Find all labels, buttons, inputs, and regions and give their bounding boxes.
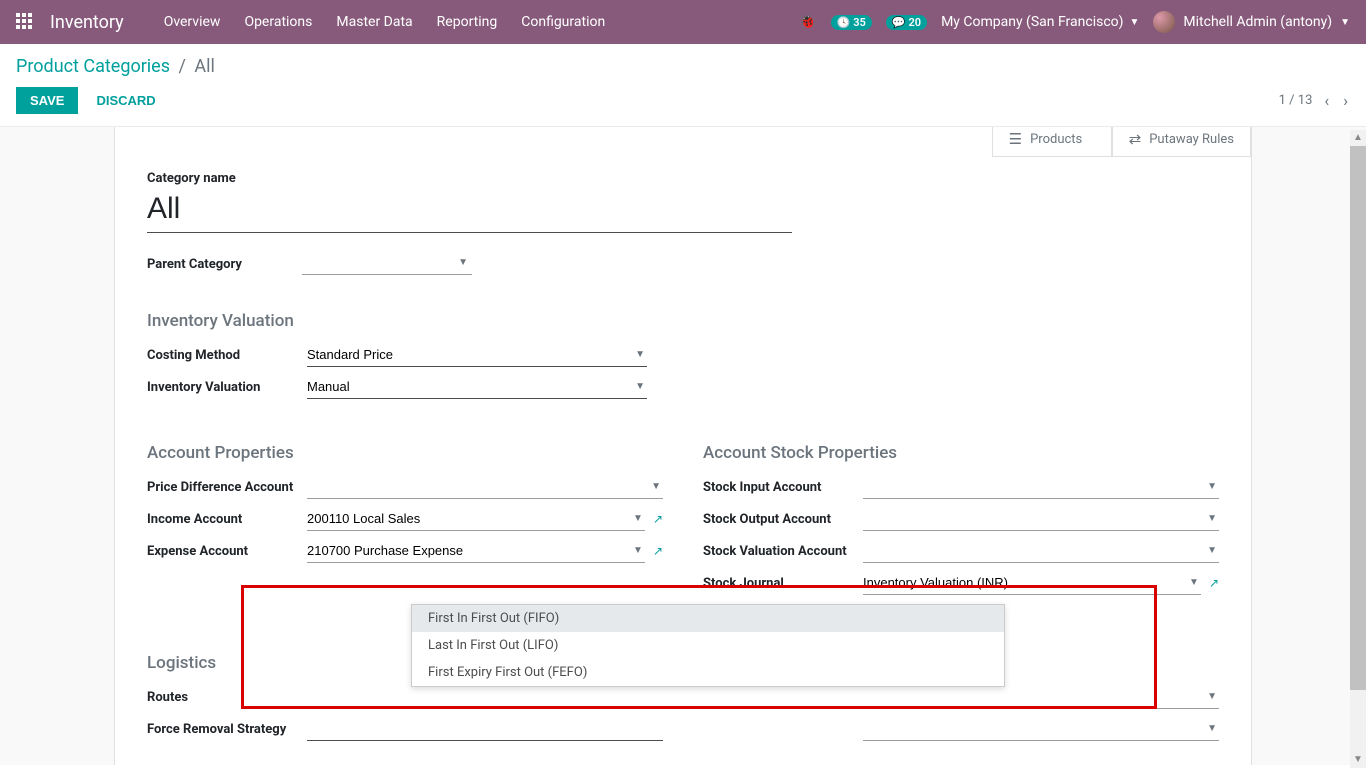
apps-icon[interactable] [16,13,34,31]
income-account-input[interactable] [307,507,645,531]
scroll-down-icon[interactable]: ▼ [1350,752,1366,768]
parent-category-input[interactable] [302,253,472,275]
category-name-input[interactable] [147,190,792,233]
pager-prev-icon[interactable]: ‹ [1322,91,1331,110]
scroll-up-icon[interactable]: ▲ [1350,130,1366,146]
smart-products-button[interactable]: ☰ Products [992,127,1112,157]
income-account-label: Income Account [147,512,307,527]
routes-label: Routes [147,690,307,705]
activities-badge[interactable]: 🕓35 [831,15,872,30]
expense-account-input[interactable] [307,539,645,563]
costing-method-select[interactable] [307,343,647,367]
category-name-label: Category name [147,171,1219,186]
nav-master-data[interactable]: Master Data [324,0,424,44]
discuss-count: 20 [908,16,921,29]
parent-category-label: Parent Category [147,257,302,272]
force-removal-label: Force Removal Strategy [147,722,307,737]
scrollbar[interactable]: ▲ ▼ [1350,130,1366,768]
smart-products-label: Products [1030,132,1082,147]
stock-input-input[interactable] [863,475,1219,499]
list-icon: ☰ [1009,130,1022,148]
shuffle-icon: ⇄ [1129,130,1142,148]
nav-configuration[interactable]: Configuration [509,0,617,44]
nav-overview[interactable]: Overview [152,0,233,44]
activities-count: 35 [853,16,866,29]
section-account-properties: Account Properties [147,443,663,463]
stock-output-input[interactable] [863,507,1219,531]
debug-icon[interactable]: 🐞 [799,14,816,30]
chevron-down-icon: ▼ [1340,17,1350,28]
discuss-badge[interactable]: 💬20 [886,15,927,30]
pager-text[interactable]: 1 / 13 [1279,93,1313,108]
breadcrumb-sep: / [179,56,186,77]
price-diff-input[interactable] [307,475,663,499]
costing-method-label: Costing Method [147,348,307,363]
stock-valuation-input[interactable] [863,539,1219,563]
chevron-down-icon: ▼ [1130,17,1140,28]
brand-title[interactable]: Inventory [50,12,124,33]
top-navbar: Inventory Overview Operations Master Dat… [0,0,1366,44]
nav-reporting[interactable]: Reporting [425,0,510,44]
smart-buttons: ☰ Products ⇄ Putaway Rules [992,127,1251,157]
company-name: My Company (San Francisco) [941,14,1123,30]
routes-right-input[interactable] [863,685,1219,709]
form-sheet: ☰ Products ⇄ Putaway Rules Category name… [114,127,1252,765]
breadcrumb-parent[interactable]: Product Categories [16,56,170,77]
force-removal-input[interactable] [307,717,663,741]
section-account-stock: Account Stock Properties [703,443,1219,463]
nav-menu: Overview Operations Master Data Reportin… [152,0,618,44]
nav-operations[interactable]: Operations [232,0,324,44]
pager: 1 / 13 ‹ › [1279,91,1350,110]
expense-account-label: Expense Account [147,544,307,559]
stock-journal-label: Stock Journal [703,576,863,591]
stock-journal-input[interactable] [863,571,1201,595]
breadcrumb-current: All [194,56,215,77]
section-inventory-valuation: Inventory Valuation [147,311,1219,331]
external-link-icon[interactable]: ↗ [653,544,663,558]
form-container: ☰ Products ⇄ Putaway Rules Category name… [0,127,1366,765]
control-panel: Product Categories / All SAVE DISCARD 1 … [0,44,1366,127]
external-link-icon[interactable]: ↗ [1209,576,1219,590]
discard-button[interactable]: DISCARD [86,87,165,114]
company-switcher[interactable]: My Company (San Francisco) ▼ [941,14,1139,30]
stock-output-label: Stock Output Account [703,512,863,527]
save-button[interactable]: SAVE [16,87,78,114]
inventory-valuation-select[interactable] [307,375,647,399]
stock-input-label: Stock Input Account [703,480,863,495]
pager-next-icon[interactable]: › [1341,91,1350,110]
dropdown-item-fefo[interactable]: First Expiry First Out (FEFO) [412,659,1004,686]
smart-putaway-label: Putaway Rules [1149,132,1234,147]
avatar [1153,11,1175,33]
dropdown-item-fifo[interactable]: First In First Out (FIFO) [412,605,1004,632]
breadcrumb: Product Categories / All [16,56,1350,77]
smart-putaway-button[interactable]: ⇄ Putaway Rules [1112,127,1251,157]
removal-strategy-dropdown: First In First Out (FIFO) Last In First … [411,604,1005,687]
inventory-valuation-label: Inventory Valuation [147,380,307,395]
user-menu[interactable]: Mitchell Admin (antony) ▼ [1153,11,1350,33]
user-name: Mitchell Admin (antony) [1183,14,1332,30]
strategy-right-input[interactable] [863,717,1219,741]
external-link-icon[interactable]: ↗ [653,512,663,526]
dropdown-item-lifo[interactable]: Last In First Out (LIFO) [412,632,1004,659]
stock-valuation-label: Stock Valuation Account [703,544,863,559]
price-diff-label: Price Difference Account [147,480,307,495]
scrollbar-thumb[interactable] [1350,130,1366,690]
